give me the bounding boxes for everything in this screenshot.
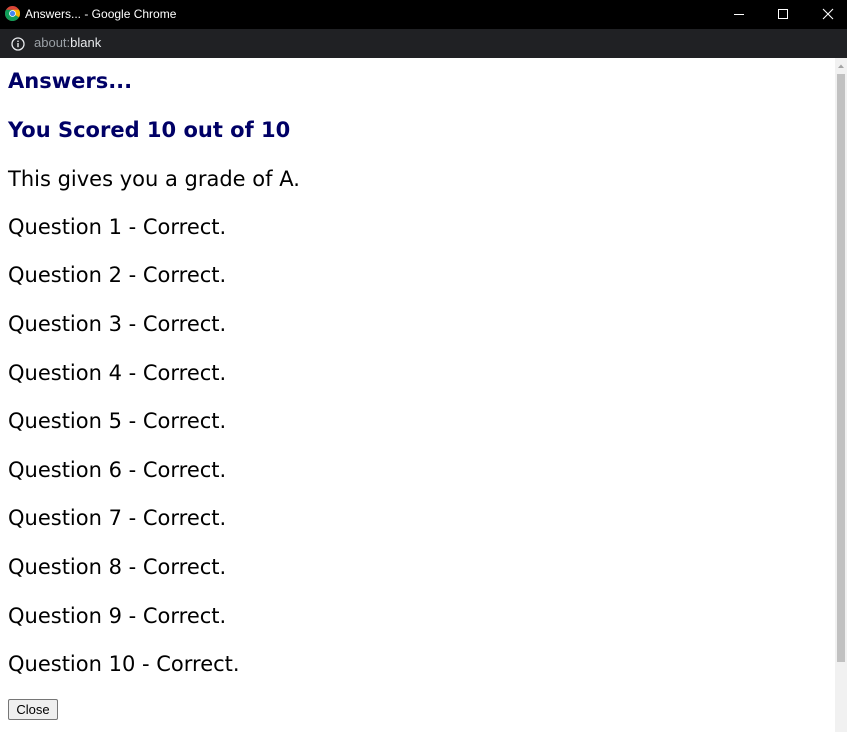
address-bar[interactable]: about:blank [0, 29, 847, 58]
close-button[interactable]: Close [8, 699, 58, 720]
url-scheme: about: [34, 35, 71, 50]
score-heading: You Scored 10 out of 10 [8, 118, 291, 142]
question-result: Question 8 - Correct. [8, 555, 227, 579]
question-result: Question 6 - Correct. [8, 458, 227, 482]
page-heading: Answers... [8, 69, 133, 93]
url-host: blank [70, 35, 102, 50]
question-result: Question 9 - Correct. [8, 604, 227, 628]
title-bar: Answers... - Google Chrome [0, 0, 847, 29]
scrollbar-thumb[interactable] [837, 74, 845, 662]
page-viewport: Answers... You Scored 10 out of 10 This … [0, 58, 835, 732]
browser-window: Answers... - Google Chrome about:blank A… [0, 0, 847, 732]
scroll-up-arrow-icon[interactable] [835, 58, 847, 72]
vertical-scrollbar[interactable] [835, 58, 847, 732]
question-result: Question 10 - Correct. [8, 652, 240, 676]
question-result: Question 5 - Correct. [8, 409, 227, 433]
question-result: Question 1 - Correct. [8, 215, 227, 239]
minimize-button[interactable] [716, 0, 762, 29]
url-text[interactable]: about:blank [34, 35, 101, 51]
maximize-button[interactable] [760, 0, 806, 29]
maximize-icon [778, 9, 788, 19]
question-result: Question 7 - Correct. [8, 506, 227, 530]
question-result: Question 4 - Correct. [8, 361, 227, 385]
close-window-button[interactable] [805, 0, 847, 29]
close-icon [822, 8, 834, 20]
info-icon[interactable] [11, 36, 25, 51]
question-result: Question 2 - Correct. [8, 263, 227, 287]
grade-text: This gives you a grade of A. [8, 167, 300, 191]
minimize-icon [734, 14, 744, 15]
window-title: Answers... - Google Chrome [25, 7, 177, 21]
question-result: Question 3 - Correct. [8, 312, 227, 336]
chrome-logo-icon [4, 6, 21, 22]
